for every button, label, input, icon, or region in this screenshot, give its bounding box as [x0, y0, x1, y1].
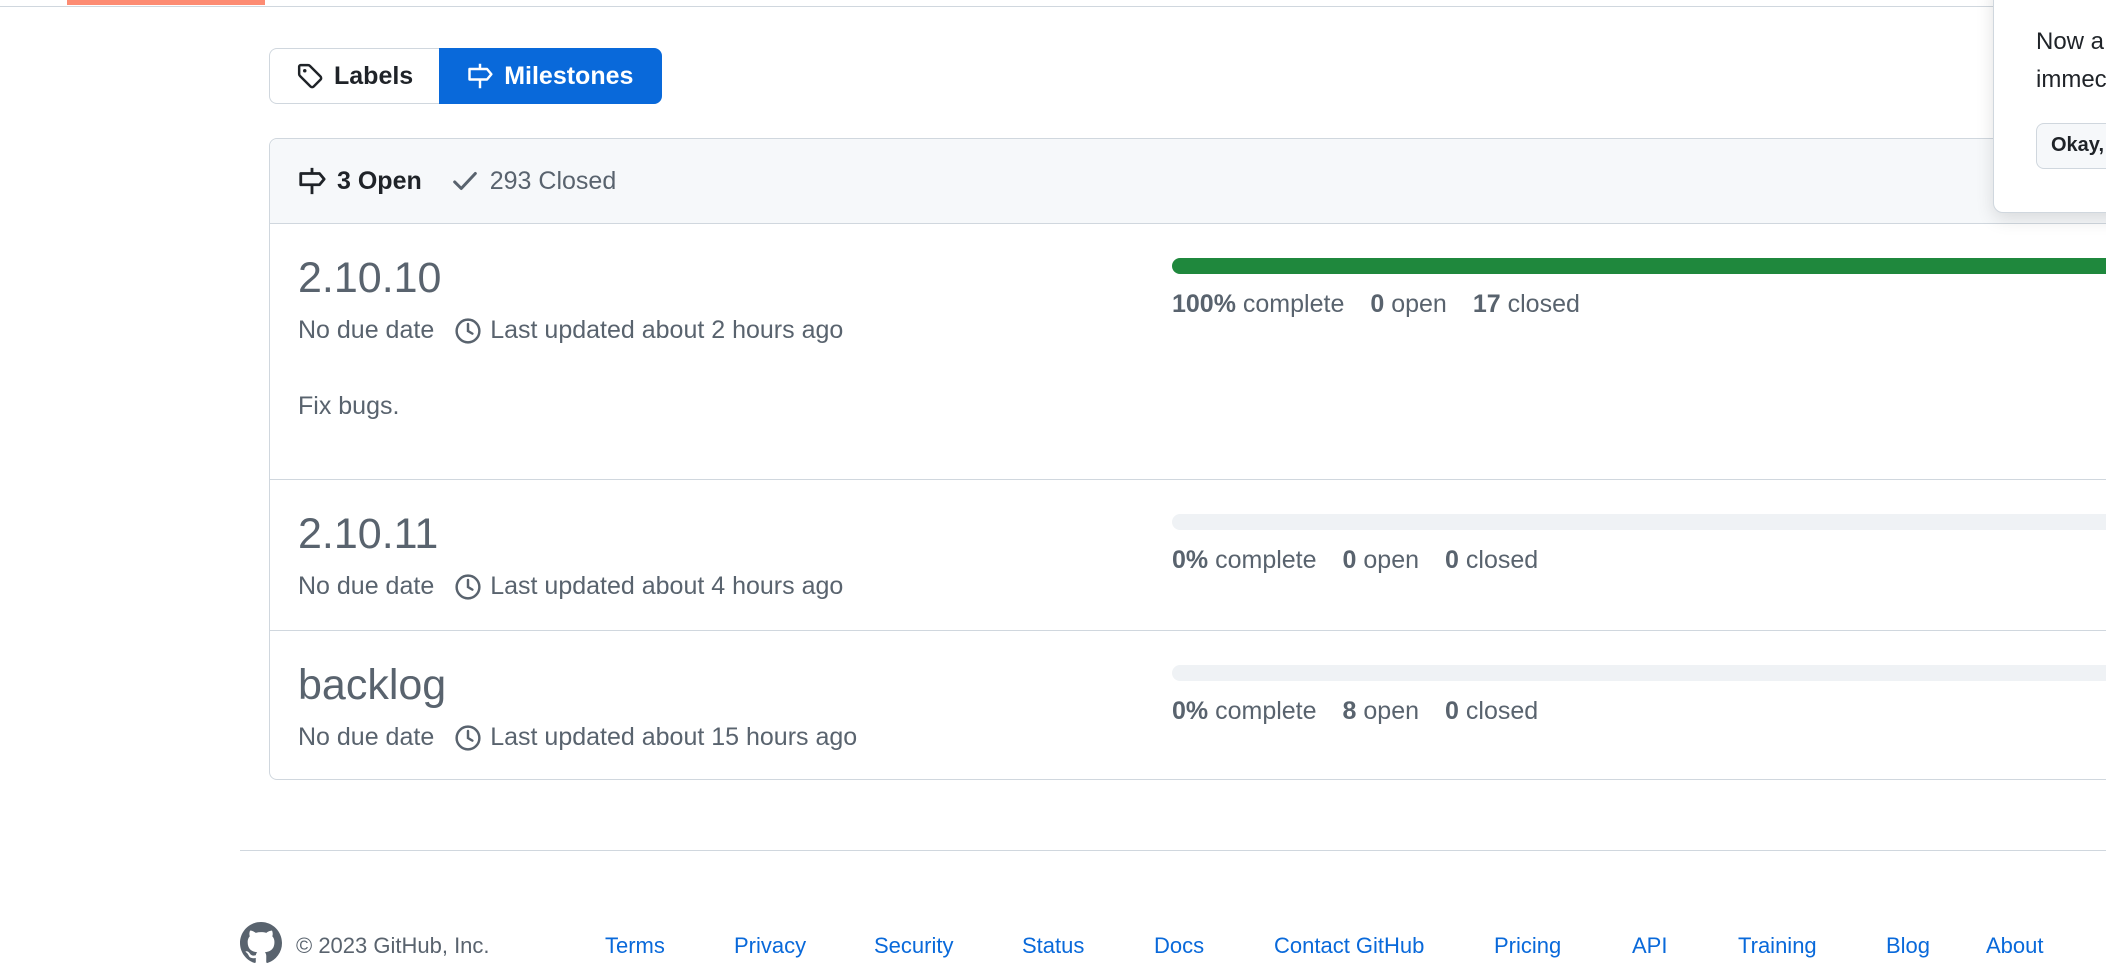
- open-count-label: 3 Open: [337, 166, 422, 195]
- milestone-due-date: No due date: [298, 316, 435, 344]
- milestones-button[interactable]: Milestones: [439, 48, 663, 104]
- milestone-icon: [299, 167, 326, 195]
- milestone-row: 2.10.10 No due date Last updated about 2…: [270, 224, 2106, 480]
- labels-button-label: Labels: [334, 61, 414, 90]
- milestone-stats: 0% complete 0 open 0 closed: [1172, 546, 1538, 575]
- footer-divider: [240, 850, 2106, 851]
- github-logo-icon[interactable]: [240, 922, 282, 964]
- closed-count-label: 293 Closed: [489, 166, 617, 195]
- milestones-list-header: 3 Open 293 Closed: [270, 139, 2106, 224]
- labels-milestones-switcher: Labels Milestones: [269, 48, 663, 104]
- footer-link-contact-github[interactable]: Contact GitHub: [1274, 933, 1424, 959]
- milestone-updated: Last updated about 15 hours ago: [490, 723, 858, 751]
- complete-stat: 100% complete: [1172, 290, 1345, 318]
- open-issues-link[interactable]: 0 open: [1343, 546, 1419, 575]
- notice-popover: Now a immec Okay,: [1993, 0, 2106, 213]
- milestone-meta: No due date Last updated about 2 hours a…: [298, 316, 843, 345]
- popover-text-line: immec: [2036, 66, 2106, 93]
- milestones-button-label: Milestones: [504, 61, 634, 90]
- closed-issues-link[interactable]: 17 closed: [1473, 290, 1580, 319]
- footer-link-docs[interactable]: Docs: [1154, 933, 1204, 959]
- milestone-title[interactable]: 2.10.11: [298, 510, 438, 559]
- clock-icon: [455, 724, 481, 751]
- milestone-icon: [468, 63, 493, 89]
- footer-link-status[interactable]: Status: [1022, 933, 1084, 959]
- closed-issues-link[interactable]: 0 closed: [1445, 697, 1538, 726]
- header-bottom-border: [0, 0, 2106, 7]
- milestone-row: 2.10.11 No due date Last updated about 4…: [270, 480, 2106, 631]
- closed-milestones-filter[interactable]: 293 Closed: [450, 166, 616, 196]
- milestone-updated: Last updated about 4 hours ago: [490, 572, 844, 600]
- check-icon: [452, 172, 477, 190]
- milestone-due-date: No due date: [298, 723, 435, 751]
- footer-link-api[interactable]: API: [1632, 933, 1667, 959]
- milestone-row: backlog No due date Last updated about 1…: [270, 631, 2106, 781]
- milestone-meta: No due date Last updated about 15 hours …: [298, 723, 857, 752]
- open-issues-link[interactable]: 0 open: [1370, 290, 1446, 319]
- milestone-title[interactable]: backlog: [298, 661, 446, 710]
- clock-icon: [455, 573, 481, 600]
- popover-text-line: Now a: [2036, 28, 2105, 55]
- milestone-meta: No due date Last updated about 4 hours a…: [298, 572, 843, 601]
- milestones-list-box: 3 Open 293 Closed 2.10.10 No due date La…: [269, 138, 2106, 780]
- popover-text: Now a immec: [2036, 23, 2106, 99]
- footer-copyright: © 2023 GitHub, Inc.: [296, 933, 490, 958]
- milestone-progress-bar: [1172, 665, 2106, 681]
- clock-icon: [455, 317, 481, 344]
- progress-fill: [1172, 258, 2106, 274]
- milestone-updated: Last updated about 2 hours ago: [490, 316, 844, 344]
- footer-link-security[interactable]: Security: [874, 933, 953, 959]
- milestone-title[interactable]: 2.10.10: [298, 254, 441, 303]
- footer-link-privacy[interactable]: Privacy: [734, 933, 806, 959]
- milestone-stats: 100% complete 0 open 17 closed: [1172, 290, 1580, 319]
- milestone-due-date: No due date: [298, 572, 435, 600]
- labels-button[interactable]: Labels: [269, 48, 440, 104]
- footer-link-training[interactable]: Training: [1738, 933, 1817, 959]
- active-tab-underline: [67, 0, 265, 5]
- tag-icon: [297, 63, 323, 89]
- footer-link-about[interactable]: About: [1986, 933, 2044, 959]
- open-milestones-filter[interactable]: 3 Open: [297, 166, 422, 196]
- footer-link-terms[interactable]: Terms: [605, 933, 665, 959]
- milestone-progress-bar: [1172, 258, 2106, 274]
- milestone-description: Fix bugs.: [298, 392, 400, 420]
- footer-link-pricing[interactable]: Pricing: [1494, 933, 1561, 959]
- closed-issues-link[interactable]: 0 closed: [1445, 546, 1538, 575]
- footer-link-blog[interactable]: Blog: [1886, 933, 1930, 959]
- complete-stat: 0% complete: [1172, 697, 1317, 725]
- open-issues-link[interactable]: 8 open: [1343, 697, 1419, 726]
- popover-dismiss-button[interactable]: Okay,: [2036, 123, 2106, 169]
- complete-stat: 0% complete: [1172, 546, 1317, 574]
- milestone-progress-bar: [1172, 514, 2106, 530]
- milestone-stats: 0% complete 8 open 0 closed: [1172, 697, 1538, 726]
